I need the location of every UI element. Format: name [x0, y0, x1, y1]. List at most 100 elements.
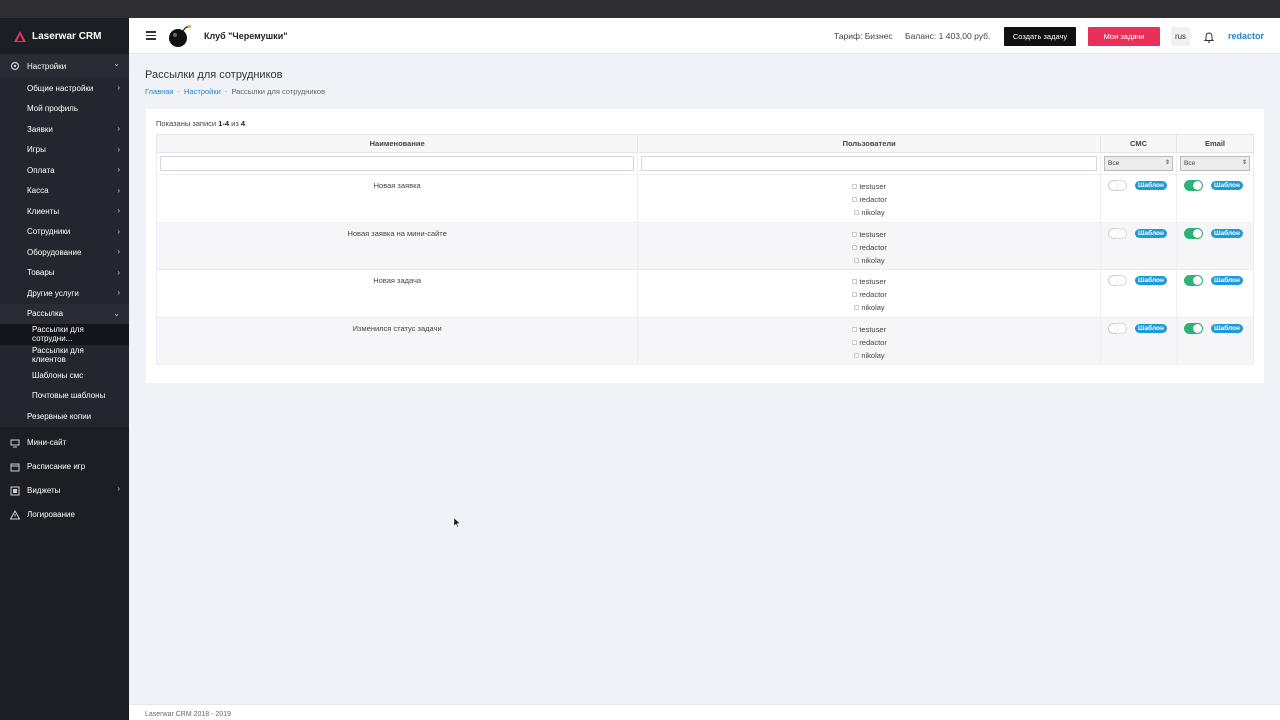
- sidebar-item-label: Мини-сайт: [27, 438, 67, 447]
- sidebar-item[interactable]: Мой профиль: [0, 99, 129, 120]
- sidebar-item[interactable]: Клиенты ›: [0, 201, 129, 222]
- table-row[interactable]: Новая заявка на мини-сайте testuser redact…: [155, 221, 1254, 270]
- user-checkbox-label: nikolay: [861, 208, 885, 217]
- brand[interactable]: Laserwar CRM: [0, 18, 129, 54]
- sms-toggle[interactable]: [1108, 322, 1128, 334]
- email-template-button[interactable]: Шаблон: [1211, 276, 1243, 285]
- user-checkbox-item[interactable]: nikolay: [852, 206, 922, 219]
- monitor-icon: [10, 438, 20, 448]
- sidebar-subitem-client-mailing[interactable]: Рассылки для клиентов: [0, 344, 129, 365]
- sidebar-item-mini-site[interactable]: Мини-сайт: [0, 431, 129, 455]
- sidebar-subitem-sms-templates[interactable]: Шаблоны смс: [0, 365, 129, 386]
- sidebar-item-schedule[interactable]: Расписание игр: [0, 455, 129, 479]
- user-checkbox[interactable]: [854, 352, 860, 358]
- breadcrumb-home[interactable]: Главная: [145, 87, 174, 96]
- bell-icon[interactable]: [1200, 28, 1218, 46]
- email-filter-select[interactable]: Все ⇕: [1180, 156, 1250, 171]
- email-toggle[interactable]: [1184, 227, 1203, 239]
- sidebar-item[interactable]: Оборудование ›: [0, 242, 129, 263]
- chevron-right-icon: ›: [117, 83, 120, 92]
- sms-toggle[interactable]: [1108, 180, 1128, 191]
- sidebar-item[interactable]: Другие услуги ›: [0, 283, 129, 304]
- user-checkbox[interactable]: [852, 292, 858, 297]
- sidebar-subitem-staff-mailing[interactable]: Рассылки для сотрудни...: [0, 324, 129, 345]
- user-checkbox-item[interactable]: redactor: [852, 288, 922, 301]
- users-filter-input[interactable]: [641, 156, 1098, 171]
- email-template-button[interactable]: Шаблон: [1211, 181, 1243, 190]
- user-checkbox[interactable]: [852, 184, 858, 189]
- user-checkbox[interactable]: [852, 197, 858, 202]
- user-checkbox-item[interactable]: testuser: [852, 228, 922, 241]
- sidebar-item[interactable]: Сотрудники ›: [0, 222, 129, 243]
- sidebar-item[interactable]: Рассылка ⌄: [0, 303, 129, 324]
- user-checkbox-item[interactable]: redactor: [852, 193, 922, 206]
- user-checkbox[interactable]: [854, 305, 860, 310]
- sidebar-item[interactable]: Заявки ›: [0, 119, 129, 140]
- user-checkbox-item[interactable]: redactor: [852, 241, 922, 254]
- sms-toggle[interactable]: [1108, 227, 1128, 239]
- sidebar-item-label: Оплата: [27, 165, 55, 175]
- user-checkbox-item[interactable]: testuser: [852, 323, 922, 336]
- chevron-right-icon: ›: [117, 267, 120, 277]
- sidebar-subitem-mail-templates[interactable]: Почтовые шаблоны: [0, 385, 129, 406]
- user-menu[interactable]: redactor: [1228, 31, 1264, 41]
- user-checkbox[interactable]: [854, 210, 860, 215]
- user-checkbox-item[interactable]: redactor: [852, 336, 922, 349]
- select-caret-icon: ⇕: [1241, 160, 1247, 166]
- user-checkbox-item[interactable]: nikolay: [852, 254, 922, 267]
- sidebar-item-backups[interactable]: Резервные копии: [0, 406, 129, 427]
- sms-toggle[interactable]: [1108, 275, 1128, 286]
- language-switch[interactable]: rus: [1171, 27, 1190, 46]
- user-checkbox[interactable]: [854, 257, 860, 263]
- user-checkbox-item[interactable]: nikolay: [852, 349, 922, 362]
- users-list: testuser redactor nikolay: [852, 275, 922, 314]
- email-toggle[interactable]: [1184, 275, 1203, 286]
- sidebar-item-settings[interactable]: Настройки ⌄: [0, 54, 129, 78]
- column-header-users[interactable]: Пользователи: [637, 134, 1102, 153]
- sidebar-item-label: Резервные копии: [27, 411, 92, 421]
- toggle-knob: [1109, 276, 1119, 285]
- email-template-button[interactable]: Шаблон: [1211, 323, 1243, 333]
- user-checkbox[interactable]: [852, 279, 858, 284]
- email-template-button[interactable]: Шаблон: [1211, 228, 1243, 238]
- breadcrumb-settings[interactable]: Настройки: [184, 87, 221, 96]
- user-checkbox[interactable]: [852, 244, 858, 250]
- my-tasks-button[interactable]: Мои задачи: [1088, 27, 1160, 46]
- email-toggle[interactable]: [1184, 322, 1203, 334]
- sidebar-item[interactable]: Касса ›: [0, 181, 129, 202]
- sms-template-button[interactable]: Шаблон: [1135, 228, 1167, 238]
- email-toggle[interactable]: [1184, 180, 1203, 191]
- browser-top-strip: [0, 0, 1280, 18]
- column-header-sms[interactable]: СМС: [1100, 134, 1177, 153]
- warning-icon: [10, 509, 20, 520]
- column-header-email[interactable]: Email: [1176, 134, 1254, 153]
- sidebar-item[interactable]: Товары ›: [0, 263, 129, 284]
- sidebar-item[interactable]: Игры ›: [0, 140, 129, 161]
- table-row[interactable]: Новая заявка testuser redactor nikolay Шабло…: [155, 174, 1254, 223]
- sms-template-button[interactable]: Шаблон: [1135, 276, 1167, 285]
- user-checkbox-item[interactable]: testuser: [852, 180, 922, 193]
- sms-filter-select[interactable]: Все ⇕: [1104, 156, 1173, 171]
- table-row[interactable]: Изменился статус задачи testuser redactor n…: [155, 316, 1254, 365]
- user-checkbox[interactable]: [852, 339, 858, 345]
- users-cell: testuser redactor nikolay: [637, 316, 1102, 365]
- sms-template-button[interactable]: Шаблон: [1135, 323, 1167, 333]
- table-row[interactable]: Новая задача testuser redactor nikolay Шабло…: [155, 269, 1254, 318]
- sidebar-item-logging[interactable]: Логирование: [0, 503, 129, 527]
- user-checkbox-label: redactor: [859, 195, 887, 204]
- sms-template-button[interactable]: Шаблон: [1135, 181, 1167, 190]
- sidebar-item-label: Касса: [27, 186, 49, 196]
- user-checkbox[interactable]: [852, 231, 858, 237]
- create-task-button[interactable]: Создать задачу: [1004, 27, 1076, 46]
- sidebar-item-label: Другие услуги: [27, 288, 79, 298]
- user-checkbox-item[interactable]: testuser: [852, 275, 922, 288]
- sidebar-item-widgets[interactable]: Виджеты ›: [0, 479, 129, 503]
- sms-cell: Шаблон: [1100, 316, 1177, 365]
- sidebar-item[interactable]: Общие настройки ›: [0, 78, 129, 99]
- name-filter-input[interactable]: [160, 156, 635, 171]
- hamburger-menu-icon[interactable]: [146, 31, 156, 40]
- column-header-name[interactable]: Наименование: [155, 134, 639, 153]
- user-checkbox[interactable]: [852, 326, 858, 332]
- user-checkbox-item[interactable]: nikolay: [852, 301, 922, 314]
- sidebar-item[interactable]: Оплата ›: [0, 160, 129, 181]
